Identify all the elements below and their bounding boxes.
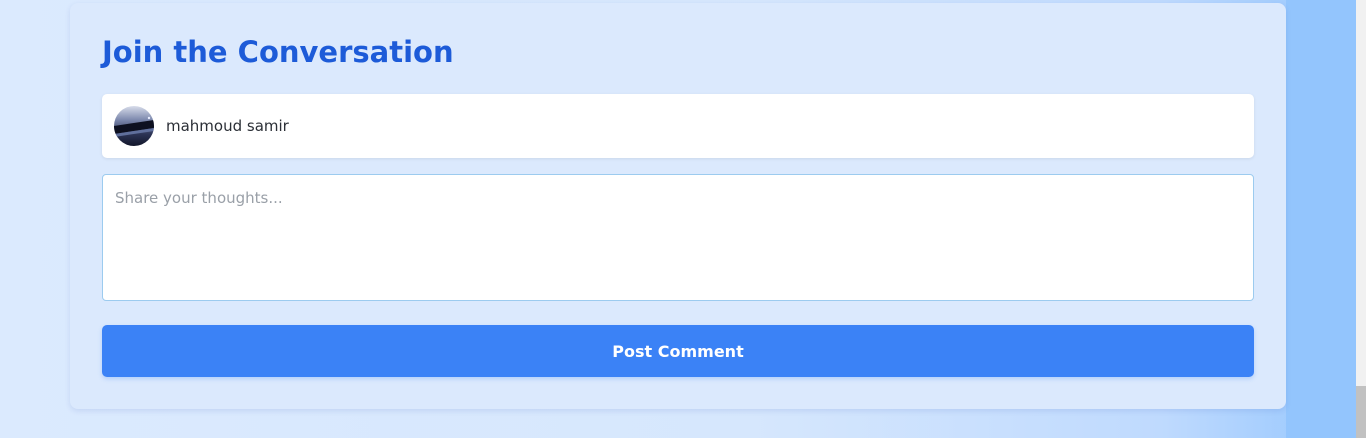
avatar-photo-icon xyxy=(114,106,154,146)
user-name: mahmoud samir xyxy=(166,117,289,135)
current-user-bar: mahmoud samir xyxy=(102,94,1254,158)
comment-input[interactable] xyxy=(102,174,1254,301)
comment-card: Join the Conversation mahmoud samir Shar… xyxy=(70,3,1286,409)
page-side-strip xyxy=(1286,0,1356,438)
user-avatar xyxy=(114,106,154,146)
page-scrollbar[interactable] xyxy=(1356,0,1366,438)
section-title: Join the Conversation xyxy=(102,35,454,69)
scrollbar-thumb[interactable] xyxy=(1356,386,1366,438)
post-comment-button[interactable]: Post Comment xyxy=(102,325,1254,377)
